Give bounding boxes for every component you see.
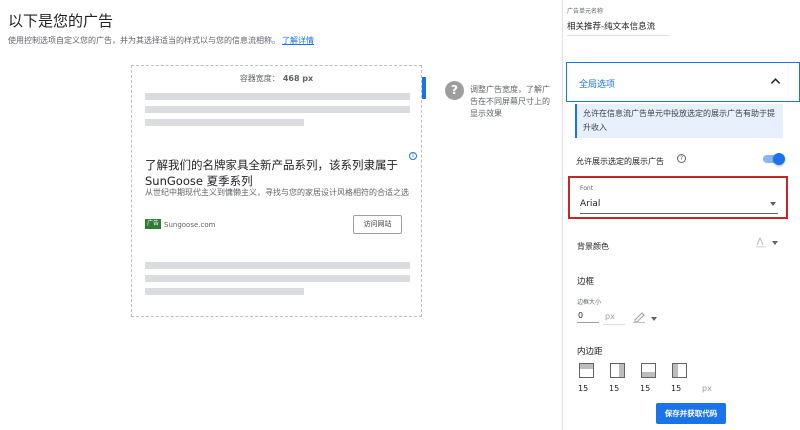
global-options-header[interactable]: 全局选项 [566, 62, 800, 102]
background-color-picker[interactable] [755, 236, 779, 250]
border-size-label: 边框大小 [577, 299, 602, 306]
border-size-input[interactable] [577, 309, 599, 323]
border-unit-underline [603, 324, 625, 325]
padding-right-icon [610, 363, 625, 378]
padding-left-icon [672, 363, 687, 378]
width-resize-handle[interactable] [422, 77, 426, 99]
allow-display-ads-label: 允许展示选定的展示广告 [576, 157, 664, 166]
learn-more-link[interactable]: 了解详情 [282, 36, 314, 45]
padding-unit: px [702, 384, 712, 393]
ad-body-text: 从世纪中期现代主义到慵懒主义，寻找与您的家居设计风格相符的合适之选 [145, 188, 409, 197]
toggle-knob [773, 153, 785, 165]
font-value: Arial [580, 199, 601, 209]
allow-display-ads-toggle[interactable] [763, 153, 786, 165]
ad-logo-icon: 广告 [145, 219, 161, 229]
global-options-info: 允许在信息流广告单元中投放选定的展示广告有助于提升收入 [575, 104, 783, 138]
caret-down-icon [770, 202, 776, 206]
padding-top-value: 15 [578, 384, 589, 393]
ad-unit-name-underline [567, 35, 669, 36]
border-section-title: 边框 [577, 277, 595, 287]
caret-down-icon [772, 241, 778, 245]
border-size-unit: px [605, 312, 615, 321]
ad-choices-icon[interactable]: i [409, 152, 417, 160]
padding-right-value: 15 [609, 384, 620, 393]
width-help-text: 调整广告宽度，了解广告在不同屏幕尺寸上的显示效果 [470, 85, 550, 118]
ad-unit-name-label: 广告单元名称 [567, 8, 604, 15]
global-options-title: 全局选项 [579, 80, 616, 90]
border-color-picker[interactable] [633, 311, 659, 325]
container-width-label: 容器宽度： 468 px [132, 73, 421, 84]
font-underline [580, 213, 778, 214]
description-text: 使用控制选项自定义您的广告，并为其选择适当的样式以与您的信息流相称。 [8, 36, 280, 45]
placeholder-line [145, 106, 410, 113]
pencil-icon [633, 312, 645, 323]
placeholder-line [145, 119, 304, 126]
help-icon: ? [445, 81, 464, 100]
visit-site-button[interactable]: 访问网站 [353, 215, 402, 234]
placeholder-line [145, 288, 304, 295]
padding-top[interactable]: 15 [576, 362, 602, 398]
padding-right[interactable]: 15 [607, 362, 633, 398]
placeholder-line [145, 93, 410, 100]
background-color-label: 背景颜色 [577, 242, 609, 251]
font-select[interactable]: Font Arial [568, 176, 788, 219]
caret-down-icon [651, 317, 657, 321]
placeholder-line [145, 262, 410, 269]
padding-left-value: 15 [671, 384, 682, 393]
fill-color-icon [756, 236, 766, 248]
padding-bottom[interactable]: 15 [638, 362, 664, 398]
padding-bottom-value: 15 [640, 384, 651, 393]
padding-left[interactable]: 15 [669, 362, 695, 398]
save-and-get-code-button[interactable]: 保存并获取代码 [656, 403, 726, 424]
page-description: 使用控制选项自定义您的广告，并为其选择适当的样式以与您的信息流相称。 了解详情 [8, 35, 314, 46]
container-width-text: 容器宽度： [239, 74, 280, 83]
ad-headline[interactable]: 了解我们的名牌家具全新产品系列，该系列隶属于 SunGoose 夏季系列 [145, 157, 410, 189]
settings-panel: 广告单元名称 相关推荐-纯文本信息流 全局选项 允许在信息流广告单元中投放选定的… [563, 0, 800, 430]
page-title: 以下是您的广告 [8, 12, 114, 30]
padding-bottom-icon [641, 363, 656, 378]
container-width-value: 468 px [282, 74, 314, 83]
chevron-up-icon [770, 78, 781, 84]
help-icon[interactable]: ? [677, 154, 686, 163]
ad-unit-name-field[interactable]: 相关推荐-纯文本信息流 [567, 20, 655, 32]
ad-domain: Sungoose.com [164, 221, 216, 229]
padding-top-icon [579, 363, 594, 378]
font-label: Font [580, 185, 594, 192]
padding-section-title: 内边距 [577, 347, 603, 357]
placeholder-line [145, 275, 410, 282]
